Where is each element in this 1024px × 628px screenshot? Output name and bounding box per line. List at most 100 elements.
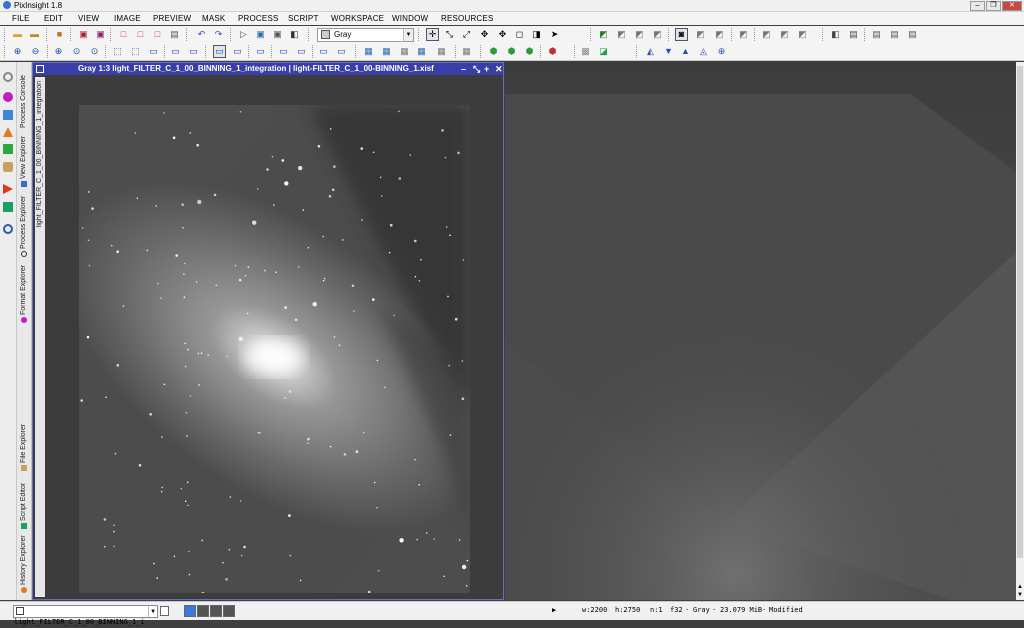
layout-icon-4[interactable]: ▦	[416, 46, 427, 57]
preview-icon-2[interactable]: ◩	[779, 29, 790, 40]
window-menu-icon[interactable]	[36, 65, 44, 73]
close-image-icon[interactable]: □	[118, 29, 129, 40]
view-identifier-tab[interactable]: light_FILTER_C_1_00_BINNING_1_integratio…	[35, 77, 45, 597]
menu-mask[interactable]: MASK	[202, 12, 225, 25]
screen-7-icon[interactable]: ▭	[336, 46, 347, 57]
shade-button[interactable]: –	[461, 63, 466, 75]
pan-mode-icon[interactable]: ✥	[479, 29, 490, 40]
window-icon-1[interactable]: ▤	[871, 29, 882, 40]
cascade-icon[interactable]: ▭	[188, 46, 199, 57]
stf-icon-1[interactable]: ◩	[695, 29, 706, 40]
script-icon[interactable]	[3, 202, 13, 212]
layout-icon-2[interactable]: ▦	[381, 46, 392, 57]
color-space-select[interactable]: Gray ▼	[317, 28, 414, 42]
pointer-icon[interactable]: ➤	[549, 29, 560, 40]
tab-script-editor[interactable]: Script Editor	[18, 480, 30, 532]
workspace-icon-2[interactable]: ▤	[848, 29, 859, 40]
scroll-up-icon[interactable]: ▲	[1016, 584, 1024, 591]
square-icon[interactable]	[3, 110, 13, 120]
duplicate-icon[interactable]: ▣	[255, 29, 266, 40]
save-as-icon[interactable]: ▣	[95, 29, 106, 40]
tab-history-explorer[interactable]: History Explorer	[18, 535, 30, 596]
rgb-icon-2[interactable]: ⬢	[506, 46, 517, 57]
save-icon[interactable]: ▣	[78, 29, 89, 40]
screen-6-icon[interactable]: ▭	[318, 46, 329, 57]
layout-icon-1[interactable]: ▦	[363, 46, 374, 57]
image-window-titlebar[interactable]: Gray 1:3 light_FILTER_C_1_00_BINNING_1_i…	[33, 63, 503, 75]
zoom-in-icon[interactable]: ⊕	[12, 46, 23, 57]
close-all-icon[interactable]: □	[135, 29, 146, 40]
zoom-1-1-icon[interactable]: ⊕	[53, 46, 64, 57]
channel-blue-icon[interactable]	[223, 605, 235, 617]
gear-icon[interactable]	[3, 72, 13, 82]
layout-icon-5[interactable]: ▦	[436, 46, 447, 57]
crop-icon[interactable]: ◻	[514, 29, 525, 40]
transparency-icon[interactable]: ▩	[580, 46, 591, 57]
cube-icon[interactable]	[3, 144, 13, 154]
zoom-optimal-icon[interactable]: ⊙	[89, 46, 100, 57]
target-icon[interactable]	[3, 224, 13, 234]
channel-icon-3[interactable]: ▲	[680, 46, 691, 57]
channel-icon-1[interactable]: ◭	[645, 46, 656, 57]
stf-icon-2[interactable]: ◩	[714, 29, 725, 40]
select-preview-icon[interactable]: ◨	[531, 29, 542, 40]
window-icon-2[interactable]: ▤	[889, 29, 900, 40]
zoom-fill-icon[interactable]: ⤢	[461, 29, 472, 40]
open-file-icon[interactable]: ▬	[12, 29, 23, 40]
zoom-fit-icon[interactable]: ⤡	[444, 29, 455, 40]
mask-icon-3[interactable]: ◩	[634, 29, 645, 40]
mask-icon-2[interactable]: ◩	[616, 29, 627, 40]
close-window-button[interactable]: ✕	[495, 63, 503, 75]
tab-file-explorer[interactable]: File Explorer	[18, 422, 30, 474]
undo-icon[interactable]: ↶	[196, 29, 207, 40]
channel-red-icon[interactable]	[197, 605, 209, 617]
image-table-icon[interactable]: ▤	[169, 29, 180, 40]
mask-icon-4[interactable]: ◩	[652, 29, 663, 40]
view-selector[interactable]: light_FILTER_C_1_00_BINNING_1_i ▼	[13, 605, 158, 626]
scroll-down-icon[interactable]: ▼	[1016, 592, 1024, 599]
view-mode-icon[interactable]	[160, 606, 169, 616]
open-url-icon[interactable]: ▬	[29, 29, 40, 40]
menu-image[interactable]: IMAGE	[114, 12, 141, 25]
menu-window[interactable]: WINDOW	[392, 12, 428, 25]
rgb-icon-1[interactable]: ⬢	[488, 46, 499, 57]
workspace-icon-1[interactable]: ◧	[830, 29, 841, 40]
scrollbar-thumb[interactable]	[1017, 66, 1023, 558]
window-frame-icon[interactable]: ▭	[148, 46, 159, 57]
menu-script[interactable]: SCRIPT	[288, 12, 319, 25]
rgb-icon-3[interactable]: ⬢	[524, 46, 535, 57]
fit-window-icon[interactable]: ⬚	[112, 46, 123, 57]
tab-view-explorer[interactable]: View Explorer	[18, 130, 30, 190]
channel-icon-4[interactable]: ◬	[698, 46, 709, 57]
globe-icon[interactable]	[3, 92, 13, 102]
process-icon[interactable]: ▷	[238, 29, 249, 40]
menu-preview[interactable]: PREVIEW	[153, 12, 191, 25]
screen-icon[interactable]: ▭	[213, 45, 226, 58]
rgb-display-icon[interactable]: ◪	[598, 46, 609, 57]
channel-icon-5[interactable]: ⊕	[716, 46, 727, 57]
window-icon-3[interactable]: ▤	[907, 29, 918, 40]
restore-window-button[interactable]: ⤡	[473, 63, 480, 75]
menu-workspace[interactable]: WORKSPACE	[331, 12, 384, 25]
restore-button[interactable]: ❐	[986, 1, 1001, 11]
screen-3-icon[interactable]: ▭	[255, 46, 266, 57]
screen-4-icon[interactable]: ▭	[278, 46, 289, 57]
zoom-fit-view-icon[interactable]: ⊙	[71, 46, 82, 57]
maximize-window-button[interactable]: +	[484, 63, 489, 75]
zoom-out-icon[interactable]: ⊖	[30, 46, 41, 57]
run-script-icon[interactable]	[3, 184, 13, 194]
channel-green-icon[interactable]	[210, 605, 222, 617]
redo-icon[interactable]: ↷	[213, 29, 224, 40]
menu-edit[interactable]: EDIT	[44, 12, 63, 25]
preview-icon-3[interactable]: ◩	[797, 29, 808, 40]
tab-format-explorer[interactable]: Format Explorer	[18, 262, 30, 326]
menu-view[interactable]: VIEW	[78, 12, 99, 25]
file-explorer-icon[interactable]: ■	[54, 29, 65, 40]
tab-process-explorer[interactable]: Process Explorer	[18, 192, 30, 260]
pyramid-icon[interactable]	[3, 127, 13, 137]
paste-icon[interactable]: ◧	[289, 29, 300, 40]
menu-process[interactable]: PROCESS	[238, 12, 279, 25]
tile-icon[interactable]: ▭	[170, 46, 181, 57]
menu-resources[interactable]: RESOURCES	[441, 12, 493, 25]
channel-rgb-icon[interactable]	[184, 605, 196, 617]
